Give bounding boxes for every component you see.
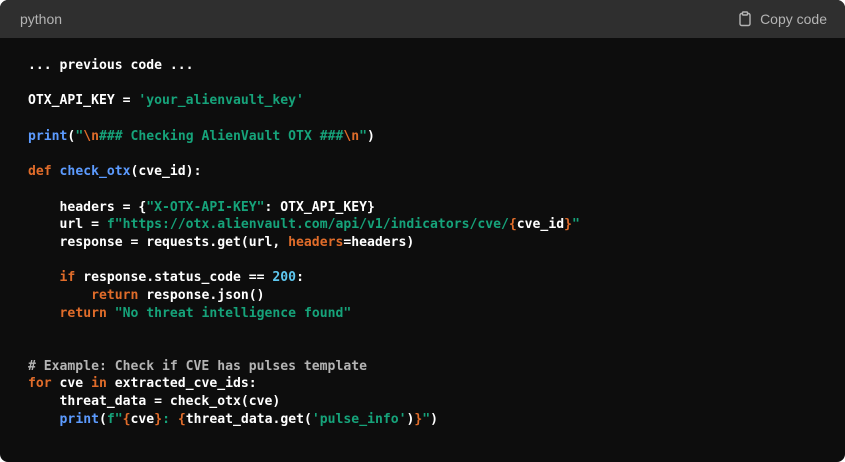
code-token: return: [91, 287, 139, 303]
code-token: {: [122, 411, 131, 427]
code-token: threat_data = check_otx(cve): [28, 394, 281, 410]
code-block-header: python Copy code: [0, 0, 845, 38]
code-line: url = f"https://otx.alienvault.com/api/v…: [28, 216, 817, 234]
code-token: url =: [28, 217, 107, 233]
code-token: response = requests.get(url,: [28, 234, 289, 250]
code-token: \n: [343, 128, 360, 144]
code-line: OTX_API_KEY = 'your_alienvault_key': [28, 92, 817, 110]
code-token: cve_id: [516, 217, 565, 233]
code-token: headers: [288, 234, 344, 250]
code-token: ): [367, 128, 375, 144]
code-token: ": [571, 217, 580, 233]
code-token: (cve_id):: [130, 164, 202, 180]
code-token: for: [28, 376, 52, 392]
code-token: }: [154, 411, 163, 427]
copy-code-button[interactable]: Copy code: [737, 11, 827, 27]
code-block: python Copy code ... previous code ... OT…: [0, 0, 845, 462]
code-line: return response.json(): [28, 287, 817, 305]
code-token: :: [162, 411, 178, 427]
code-token: 'pulse_info': [311, 411, 407, 427]
code-token: check_otx: [59, 164, 131, 180]
code-token: f": [106, 411, 123, 427]
code-line: print(f"{cve}: {threat_data.get('pulse_i…: [28, 411, 817, 429]
code-line: def check_otx(cve_id):: [28, 163, 817, 181]
code-token: 200: [272, 270, 297, 286]
code-token: ... previous code ...: [28, 58, 194, 73]
code-token: return: [59, 305, 107, 321]
code-line: return "No threat intelligence found": [28, 305, 817, 323]
code-line: print("\n### Checking AlienVault OTX ###…: [28, 128, 817, 146]
code-token: {: [508, 217, 517, 233]
code-token: headers = {: [28, 199, 147, 215]
code-token: 'your_alienvault_key': [138, 93, 304, 109]
code-token: :: [296, 270, 304, 286]
code-line: response = requests.get(url, headers=hea…: [28, 234, 817, 252]
code-token: \n: [83, 128, 99, 144]
code-token: cve: [130, 411, 155, 427]
code-token: "X-OTX-API-KEY": [146, 199, 265, 215]
code-token: (: [98, 411, 107, 427]
code-token: }: [564, 217, 572, 233]
clipboard-icon: [737, 11, 753, 27]
code-line: headers = {"X-OTX-API-KEY": OTX_API_KEY}: [28, 199, 817, 217]
code-token: ": [359, 128, 368, 144]
code-token: ): [430, 411, 439, 427]
code-token: : OTX_API_KEY}: [264, 199, 375, 215]
code-token: # Example: Check if CVE has pulses templ…: [28, 358, 367, 374]
code-token: f"https://otx.alienvault.com/api/v1/indi…: [106, 217, 509, 233]
code-token: ### Checking AlienVault OTX ###: [98, 128, 344, 144]
code-line: threat_data = check_otx(cve): [28, 393, 817, 411]
code-token: =headers): [343, 234, 415, 250]
copy-code-label: Copy code: [760, 11, 827, 27]
code-token: extracted_cve_ids:: [106, 376, 257, 392]
code-token: response.status_code ==: [75, 270, 273, 286]
code-line: ... previous code ...: [28, 57, 817, 75]
code-token: {: [177, 411, 186, 427]
code-token: print: [28, 128, 68, 144]
code-content[interactable]: ... previous code ... OTX_API_KEY = 'your…: [0, 38, 845, 428]
code-token: ": [422, 411, 431, 427]
code-token: "No threat intelligence found": [114, 305, 352, 321]
code-token: in: [91, 376, 107, 392]
code-token: def: [28, 164, 60, 180]
code-token: threat_data.get(: [185, 411, 312, 427]
code-token: cve: [51, 376, 92, 392]
code-token: response.json(): [138, 287, 265, 303]
code-line: if response.status_code == 200:: [28, 269, 817, 287]
code-line: for cve in extracted_cve_ids:: [28, 375, 817, 393]
code-token: if: [59, 270, 76, 286]
code-token: print: [59, 411, 99, 427]
code-token: OTX_API_KEY =: [28, 93, 139, 109]
language-label: python: [20, 11, 63, 27]
code-line: # Example: Check if CVE has pulses templ…: [28, 358, 817, 376]
